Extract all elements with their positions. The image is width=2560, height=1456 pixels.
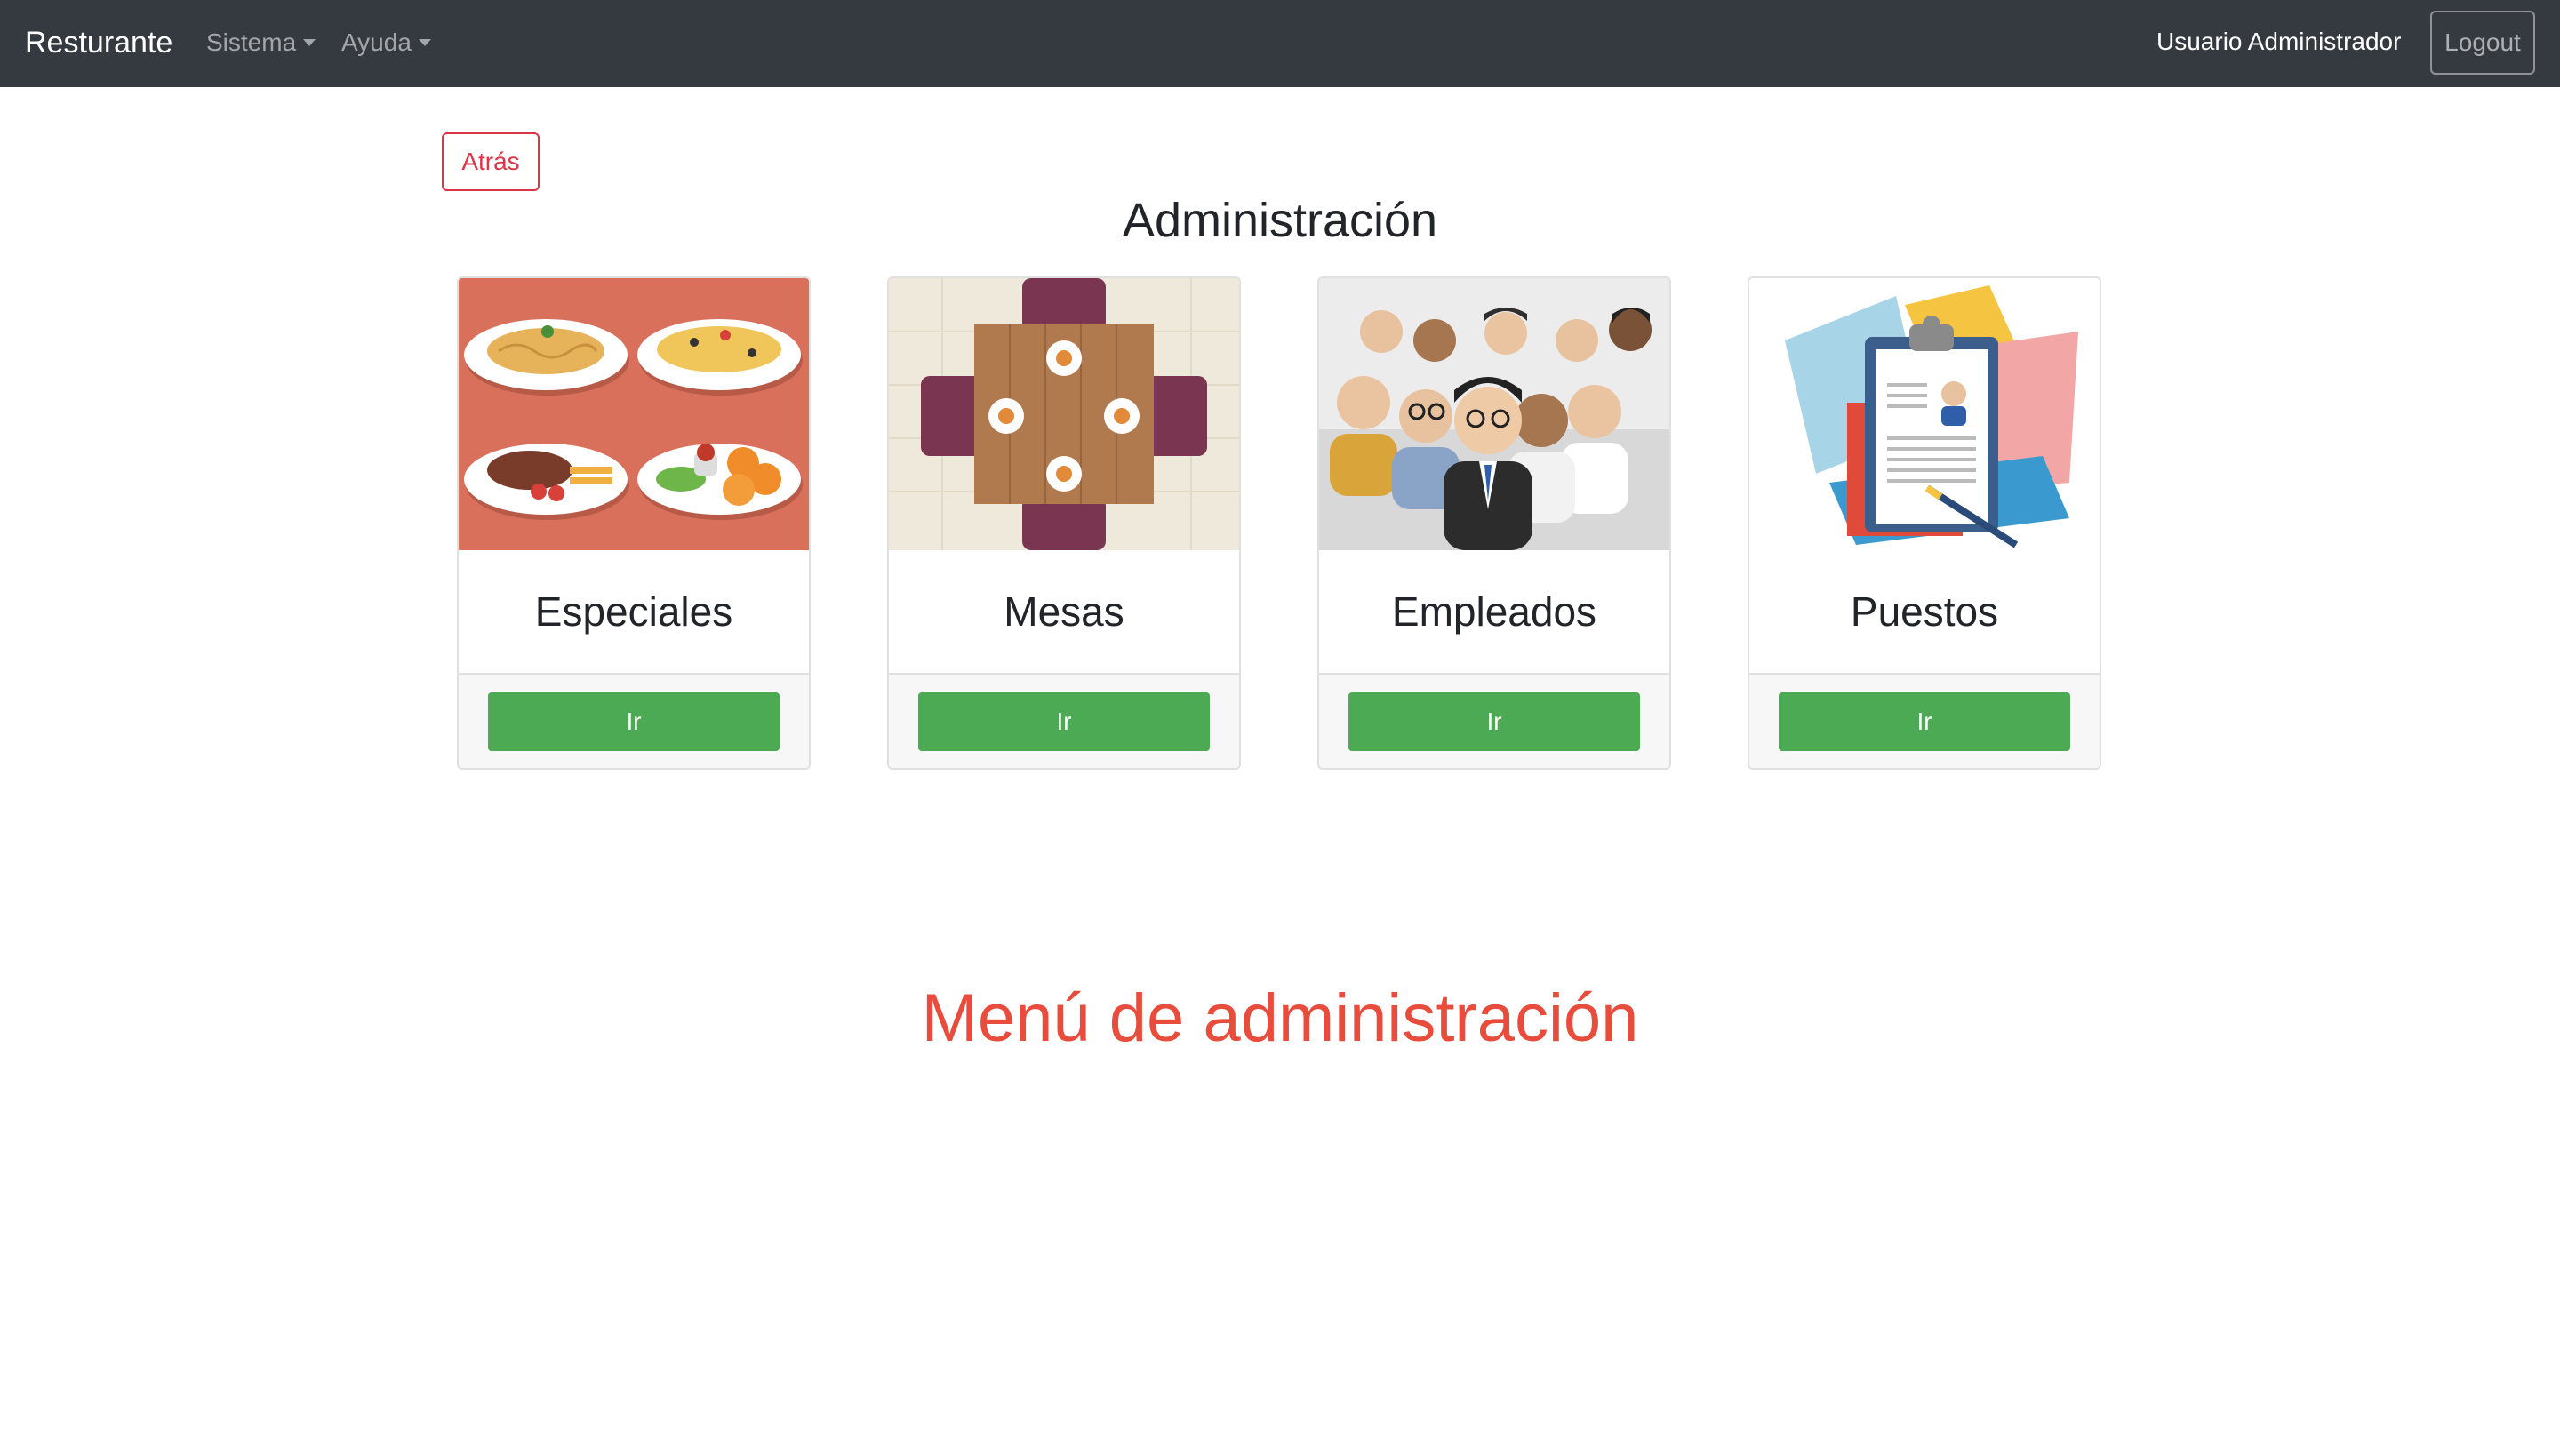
card-mesas: Mesas Ir bbox=[887, 276, 1241, 770]
food-plates-illustration bbox=[459, 278, 809, 550]
admin-menu-heading: Menú de administración bbox=[0, 976, 2560, 1061]
go-empleados-button[interactable]: Ir bbox=[1348, 692, 1640, 751]
card-puestos: Puestos Ir bbox=[1748, 276, 2101, 770]
menu-sistema-dropdown[interactable]: Sistema bbox=[206, 0, 316, 87]
resume-clipboard-image bbox=[1749, 278, 2100, 550]
go-puestos-button[interactable]: Ir bbox=[1779, 692, 2070, 751]
chevron-down-icon bbox=[303, 39, 316, 46]
logout-button[interactable]: Logout bbox=[2430, 11, 2535, 75]
chevron-down-icon bbox=[418, 39, 431, 46]
employees-group-image bbox=[1319, 278, 1669, 550]
current-user-label: Usuario Administrador bbox=[2156, 28, 2402, 55]
dining-table-image bbox=[889, 278, 1239, 550]
card-footer: Ir bbox=[1749, 673, 2100, 768]
card-especiales: Especiales Ir bbox=[457, 276, 811, 770]
resume-clipboard-illustration bbox=[1749, 278, 2100, 550]
card-footer: Ir bbox=[889, 673, 1239, 768]
back-button[interactable]: Atrás bbox=[442, 132, 540, 191]
menu-ayuda-dropdown[interactable]: Ayuda bbox=[341, 0, 431, 87]
menu-ayuda-label: Ayuda bbox=[341, 28, 412, 56]
page-title-text: Administración bbox=[1122, 194, 1438, 247]
brand-link[interactable]: Resturante bbox=[25, 0, 172, 87]
menu-sistema-label: Sistema bbox=[206, 28, 297, 56]
card-footer: Ir bbox=[459, 673, 809, 768]
card-title: Empleados bbox=[1391, 588, 1597, 635]
card-title: Especiales bbox=[534, 588, 733, 635]
card-title: Puestos bbox=[1850, 588, 1999, 635]
page-title: Administración bbox=[0, 188, 2560, 252]
card-footer: Ir bbox=[1319, 673, 1669, 768]
go-mesas-button[interactable]: Ir bbox=[918, 692, 1210, 751]
admin-menu-heading-text: Menú de administración bbox=[921, 980, 1639, 1056]
go-especiales-button[interactable]: Ir bbox=[488, 692, 780, 751]
card-empleados: Empleados Ir bbox=[1317, 276, 1671, 770]
dining-table-illustration bbox=[889, 278, 1239, 550]
card-title: Mesas bbox=[1004, 588, 1124, 635]
food-plates-image bbox=[459, 278, 809, 550]
top-navbar: Resturante Sistema Ayuda Usuario Adminis… bbox=[0, 0, 2560, 87]
employees-group-illustration bbox=[1319, 278, 1669, 550]
